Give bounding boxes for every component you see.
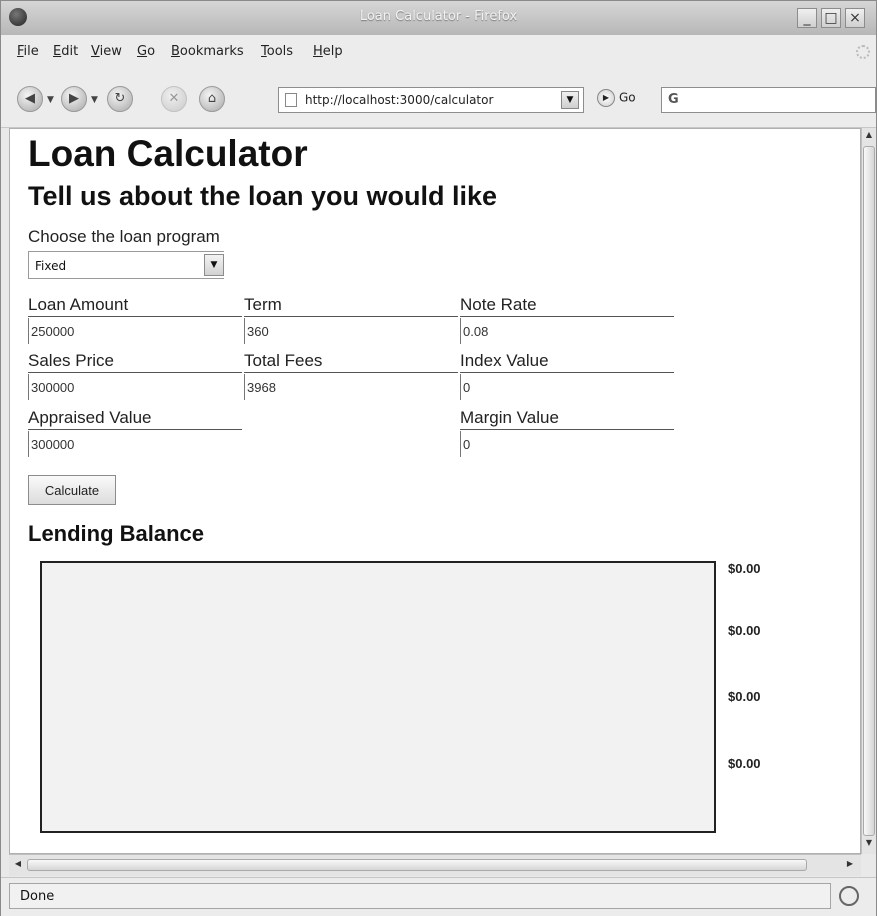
appraised-value-input[interactable] (28, 431, 228, 457)
balance-amount-4: $0.00 (728, 756, 761, 771)
total-fees-underline (244, 372, 458, 373)
note-rate-input[interactable] (460, 318, 660, 344)
page-content: Loan Calculator Tell us about the loan y… (9, 128, 861, 854)
balance-amount-2: $0.00 (728, 623, 761, 638)
chevron-down-icon[interactable]: ▼ (204, 254, 224, 276)
appraised-value-label: Appraised Value (28, 408, 152, 427)
forward-button[interactable]: ▶ (61, 86, 87, 112)
margin-value-label: Margin Value (460, 408, 559, 427)
index-value-input[interactable] (460, 374, 660, 400)
status-bar: Done (1, 877, 876, 916)
browser-window: Loan Calculator - Firefox _ □ × File Edi… (0, 0, 877, 916)
vertical-scroll-thumb[interactable] (863, 146, 875, 836)
sales-price-underline (28, 372, 242, 373)
page-icon (285, 93, 297, 107)
forward-history-dropdown-icon[interactable]: ▼ (91, 95, 98, 105)
lending-balance-chart (40, 561, 716, 833)
balance-amount-1: $0.00 (728, 561, 761, 576)
home-button[interactable]: ⌂ (199, 86, 225, 112)
menu-file[interactable]: File (17, 44, 39, 59)
scroll-up-arrow-icon[interactable]: ▲ (862, 130, 876, 139)
loan-program-label: Choose the loan program (28, 227, 220, 246)
search-bar[interactable]: G (661, 87, 876, 113)
close-button[interactable]: × (845, 8, 865, 28)
url-text[interactable]: http://localhost:3000/calculator (305, 93, 493, 107)
term-underline (244, 316, 458, 317)
sales-price-label: Sales Price (28, 351, 114, 370)
scroll-down-arrow-icon[interactable]: ▼ (862, 838, 876, 847)
term-label: Term (244, 295, 282, 314)
menu-tools[interactable]: Tools (261, 44, 293, 59)
appraised-value-underline (28, 429, 242, 430)
window-title: Loan Calculator - Firefox (359, 9, 518, 24)
note-rate-label: Note Rate (460, 295, 537, 314)
page-title: Loan Calculator (28, 133, 308, 174)
navigation-toolbar: ◀ ▼ ▶ ▼ ↻ ✕ ⌂ http://localhost:3000/calc… (1, 69, 876, 128)
margin-value-input[interactable] (460, 431, 660, 457)
url-bar[interactable]: http://localhost:3000/calculator ▼ (278, 87, 584, 113)
loan-program-select[interactable]: Fixed ▼ (28, 251, 224, 279)
balance-amount-3: $0.00 (728, 689, 761, 704)
sales-price-input[interactable] (28, 374, 228, 400)
loan-amount-input[interactable] (28, 318, 228, 344)
security-status-icon[interactable] (839, 886, 859, 906)
menu-bookmarks[interactable]: Bookmarks (171, 44, 244, 59)
status-text: Done (20, 889, 55, 904)
index-value-label: Index Value (460, 351, 549, 370)
reload-button[interactable]: ↻ (107, 86, 133, 112)
loan-program-value: Fixed (35, 259, 67, 273)
horizontal-scroll-thumb[interactable] (27, 859, 807, 871)
go-icon: ▶ (597, 89, 615, 107)
menu-bar: File Edit View Go Bookmarks Tools Help (1, 35, 876, 70)
note-rate-underline (460, 316, 674, 317)
scroll-right-arrow-icon[interactable]: ▶ (843, 859, 857, 868)
minimize-button[interactable]: _ (797, 8, 817, 28)
calculate-button[interactable]: Calculate (28, 475, 116, 505)
loan-amount-underline (28, 316, 242, 317)
total-fees-input[interactable] (244, 374, 444, 400)
lending-balance-title: Lending Balance (28, 521, 205, 546)
menu-view[interactable]: View (91, 44, 122, 59)
back-history-dropdown-icon[interactable]: ▼ (47, 95, 54, 105)
page-subtitle: Tell us about the loan you would like (28, 181, 498, 211)
stop-button[interactable]: ✕ (161, 86, 187, 112)
scroll-left-arrow-icon[interactable]: ◀ (11, 859, 25, 868)
margin-value-underline (460, 429, 674, 430)
url-dropdown-icon[interactable]: ▼ (561, 91, 579, 109)
term-input[interactable] (244, 318, 444, 344)
search-engine-icon[interactable]: G (668, 92, 679, 107)
go-button[interactable]: ▶ Go (597, 89, 636, 107)
back-button[interactable]: ◀ (17, 86, 43, 112)
menu-edit[interactable]: Edit (53, 44, 78, 59)
vertical-scrollbar[interactable]: ▲ ▼ (861, 128, 876, 854)
go-label: Go (619, 90, 636, 105)
horizontal-scrollbar[interactable]: ◀ ▶ (9, 854, 861, 876)
menu-go[interactable]: Go (137, 44, 155, 59)
menu-help[interactable]: Help (313, 44, 343, 59)
maximize-button[interactable]: □ (821, 8, 841, 28)
total-fees-label: Total Fees (244, 351, 323, 370)
index-value-underline (460, 372, 674, 373)
loan-amount-label: Loan Amount (28, 295, 129, 314)
throbber-icon (856, 45, 870, 59)
status-panel: Done (9, 883, 831, 909)
title-bar: Loan Calculator - Firefox _ □ × (1, 1, 876, 36)
